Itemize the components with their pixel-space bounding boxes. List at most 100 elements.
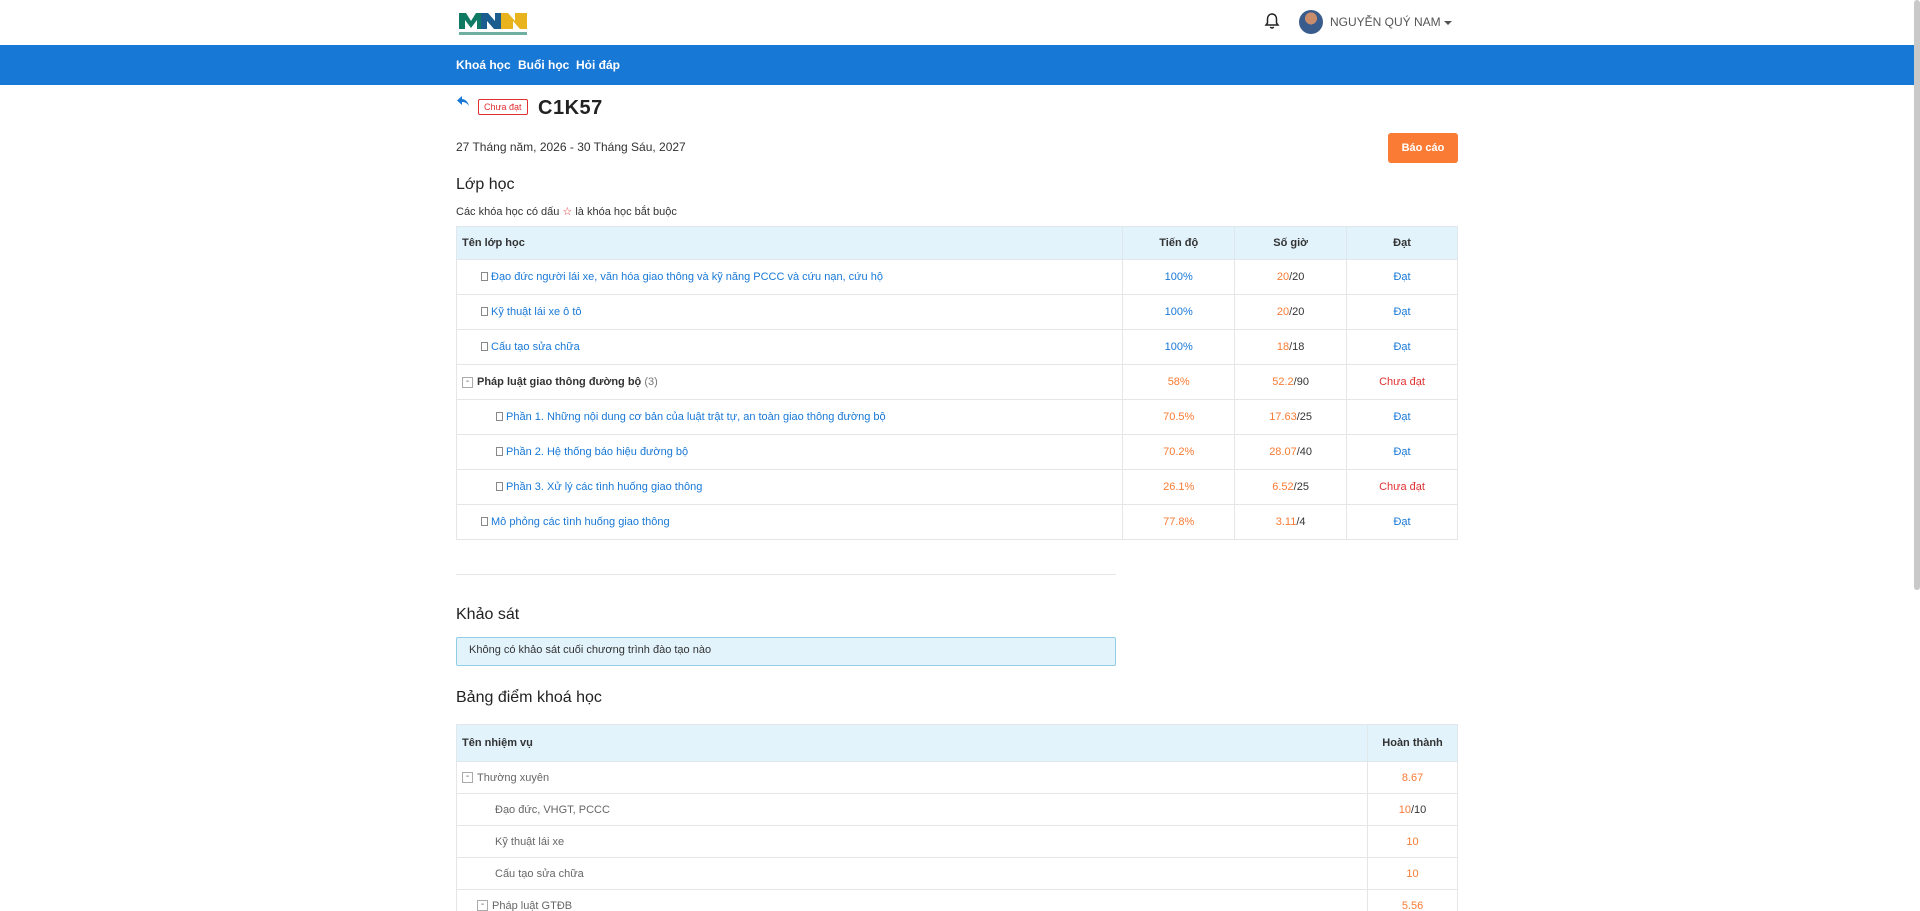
- result-cell: Chưa đạt: [1346, 469, 1458, 505]
- hours-total: /90: [1293, 376, 1309, 388]
- hours-cell: 20/20: [1234, 294, 1348, 330]
- mandatory-note: Các khóa học có dấu ☆ là khóa học bắt bu…: [456, 205, 677, 218]
- class-name-cell: Kỹ thuật lái xe ô tô: [455, 294, 1124, 330]
- table-row: Phần 3. Xử lý các tình huống giao thông …: [455, 469, 1458, 505]
- result-cell: Đạt: [1346, 399, 1458, 435]
- column-header[interactable]: Hoàn thành: [1367, 724, 1458, 762]
- hours-total: /20: [1289, 306, 1305, 318]
- hours-done: 28.07: [1269, 446, 1297, 458]
- class-link[interactable]: Kỹ thuật lái xe ô tô: [491, 306, 582, 318]
- table-row: Mô phỏng các tình huống giao thông 77.8%…: [455, 504, 1458, 540]
- grades-table: Tên nhiệm vụ Hoàn thành - Thường xuyên 8.…: [455, 724, 1458, 911]
- report-button[interactable]: Báo cáo: [1388, 133, 1458, 163]
- document-icon: [496, 481, 503, 491]
- chevron-down-icon: [1443, 20, 1452, 25]
- group-count: (3): [644, 376, 658, 388]
- avatar[interactable]: [1299, 10, 1323, 34]
- document-icon: [481, 516, 488, 526]
- hours-cell: 20/20: [1234, 259, 1348, 295]
- class-name-cell: Cấu tạo sửa chữa: [455, 329, 1124, 365]
- score-cell: 10: [1367, 825, 1458, 858]
- class-link[interactable]: Đạo đức người lái xe, văn hóa giao thông…: [491, 271, 883, 283]
- document-icon: [481, 271, 488, 281]
- table-row-group: - Pháp luật GTĐB 5.56: [455, 889, 1458, 911]
- hours-cell: 3.11/4: [1234, 504, 1348, 540]
- table-header-row: Tên nhiệm vụ Hoàn thành: [455, 724, 1458, 762]
- progress-cell: 100%: [1122, 329, 1236, 365]
- score-total: /10: [1411, 803, 1427, 816]
- hours-done: 20: [1276, 306, 1290, 318]
- collapse-toggle-icon[interactable]: -: [462, 772, 473, 784]
- hours-done: 17.63: [1269, 411, 1297, 423]
- hours-total: /20: [1289, 271, 1305, 283]
- hours-done: 20: [1276, 271, 1290, 283]
- page-title: C1K57: [538, 97, 603, 119]
- class-link[interactable]: Phần 3. Xử lý các tình huống giao thông: [506, 481, 702, 493]
- table-row: Phần 1. Những nội dung cơ bản của luật t…: [455, 399, 1458, 435]
- page-scrollbar[interactable]: [1914, 0, 1920, 590]
- company-logo[interactable]: [457, 7, 529, 39]
- score-value: 10: [1398, 803, 1411, 816]
- task-name: Pháp luật GTĐB: [492, 899, 573, 911]
- status-badge: Chưa đạt: [478, 99, 528, 115]
- progress-cell: 26.1%: [1122, 469, 1236, 505]
- table-row-group: - Thường xuyên 8.67: [455, 761, 1458, 794]
- task-group-cell: - Pháp luật GTĐB: [455, 889, 1369, 911]
- class-name-cell: Mô phỏng các tình huống giao thông: [455, 504, 1124, 540]
- class-link[interactable]: Mô phỏng các tình huống giao thông: [491, 516, 670, 528]
- class-link[interactable]: Phần 2. Hệ thống báo hiệu đường bộ: [506, 446, 688, 458]
- back-arrow-icon[interactable]: [456, 95, 470, 107]
- hours-total: /25: [1293, 481, 1309, 493]
- table-row: Kỹ thuật lái xe 10: [455, 825, 1458, 858]
- hours-cell: 6.52/25: [1234, 469, 1348, 505]
- user-name: NGUYỄN QUÝ NAM: [1330, 15, 1441, 29]
- progress-cell: 70.5%: [1122, 399, 1236, 435]
- column-header[interactable]: Tên nhiệm vụ: [455, 724, 1369, 762]
- divider: [456, 574, 1116, 575]
- collapse-toggle-icon[interactable]: -: [477, 900, 488, 911]
- progress-cell: 70.2%: [1122, 434, 1236, 470]
- hours-cell: 18/18: [1234, 329, 1348, 365]
- user-menu[interactable]: NGUYỄN QUÝ NAM: [1330, 15, 1452, 29]
- result-cell: Đạt: [1346, 434, 1458, 470]
- task-name: Đạo đức, VHGT, PCCC: [495, 803, 610, 816]
- progress-cell: 77.8%: [1122, 504, 1236, 540]
- hours-total: /4: [1296, 516, 1306, 528]
- nav-item-qa[interactable]: Hỏi đáp: [576, 58, 620, 72]
- result-cell: Đạt: [1346, 504, 1458, 540]
- score-value: 5.56: [1401, 899, 1424, 911]
- hours-total: /18: [1289, 341, 1305, 353]
- column-header[interactable]: Tiến độ: [1122, 226, 1236, 260]
- table-row: Phần 2. Hệ thống báo hiệu đường bộ 70.2%…: [455, 434, 1458, 470]
- score-value: 10: [1406, 867, 1419, 880]
- column-header[interactable]: Tên lớp học: [455, 226, 1124, 260]
- progress-cell: 100%: [1122, 294, 1236, 330]
- class-name-cell: Đạo đức người lái xe, văn hóa giao thông…: [455, 259, 1124, 295]
- column-header[interactable]: Đạt: [1346, 226, 1458, 260]
- nav-item-courses[interactable]: Khoá học: [456, 58, 511, 72]
- task-name: Cấu tạo sửa chữa: [495, 867, 584, 880]
- score-cell: 10: [1367, 857, 1458, 890]
- document-icon: [496, 446, 503, 456]
- hours-done: 18: [1276, 341, 1290, 353]
- survey-heading: Khảo sát: [456, 606, 520, 623]
- result-cell: Đạt: [1346, 329, 1458, 365]
- class-link[interactable]: Phần 1. Những nội dung cơ bản của luật t…: [506, 411, 886, 423]
- table-row: Cấu tạo sửa chữa 10: [455, 857, 1458, 890]
- result-cell: Đạt: [1346, 294, 1458, 330]
- task-name: Thường xuyên: [477, 771, 550, 784]
- star-icon: ☆: [562, 206, 573, 218]
- task-name: Kỹ thuật lái xe: [495, 835, 565, 848]
- column-header[interactable]: Số giờ: [1234, 226, 1348, 260]
- bell-icon[interactable]: [1264, 12, 1280, 30]
- task-cell: Đạo đức, VHGT, PCCC: [455, 793, 1369, 826]
- class-name-cell: Phần 2. Hệ thống báo hiệu đường bộ: [455, 434, 1124, 470]
- document-icon: [496, 411, 503, 421]
- table-row: Đạo đức người lái xe, văn hóa giao thông…: [455, 259, 1458, 295]
- score-value: 10: [1406, 835, 1419, 848]
- class-link[interactable]: Cấu tạo sửa chữa: [491, 341, 580, 353]
- group-name: Pháp luật giao thông đường bộ: [477, 376, 642, 388]
- nav-item-sessions[interactable]: Buổi học: [518, 58, 569, 72]
- collapse-toggle-icon[interactable]: -: [462, 376, 473, 388]
- main-content: Chưa đạt C1K57 27 Tháng năm, 2026 - 30 T…: [455, 85, 1458, 911]
